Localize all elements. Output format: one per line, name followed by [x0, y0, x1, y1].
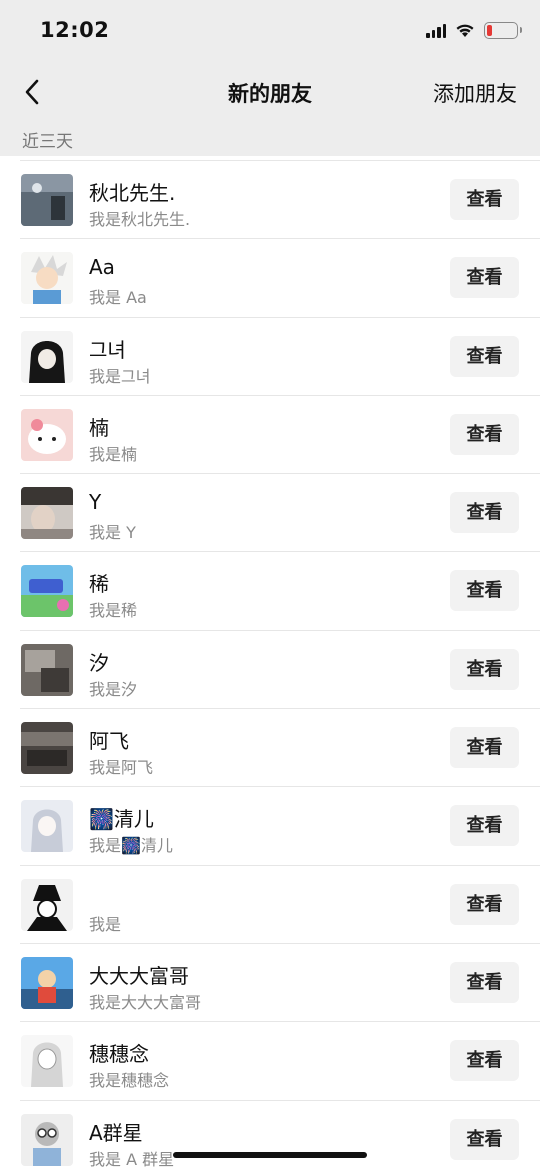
section-label: 近三天 [22, 132, 73, 152]
view-button[interactable]: 查看 [450, 961, 519, 1003]
view-button[interactable]: 查看 [450, 1118, 519, 1160]
friend-name: 🎆清儿 [89, 807, 154, 832]
friend-name: 汐 [89, 650, 109, 675]
friend-message: 我是穗穗念 [89, 1071, 170, 1091]
avatar[interactable] [21, 408, 73, 461]
avatar[interactable] [21, 174, 73, 226]
friend-request-item[interactable]: 大大大富哥 我是大大大富哥 查看 [0, 943, 540, 1023]
avatar[interactable] [21, 643, 73, 696]
avatar[interactable] [21, 722, 73, 775]
avatar[interactable] [21, 252, 73, 305]
battery-level [487, 25, 492, 36]
home-indicator [173, 1152, 367, 1158]
friend-name: Aa [89, 255, 115, 280]
friend-request-item[interactable]: 秋北先生. 我是秋北先生. 查看 [0, 161, 540, 240]
avatar[interactable] [21, 1035, 73, 1088]
friend-message: 我是阿飞 [89, 758, 154, 778]
view-button[interactable]: 查看 [450, 570, 519, 612]
avatar[interactable] [21, 800, 73, 853]
friend-message: 我是 Y [89, 523, 136, 543]
friend-name: 大大大富哥 [89, 963, 189, 988]
friend-request-item[interactable]: 我是 查看 [0, 865, 540, 945]
friend-name: Y [89, 490, 102, 515]
friend-request-item[interactable]: Aa 我是 Aa 查看 [0, 239, 540, 318]
friend-message: 我是🎆清儿 [89, 836, 173, 856]
friend-request-item[interactable]: 楠 我是楠 查看 [0, 395, 540, 475]
friend-request-item[interactable]: 穗穗念 我是穗穗念 查看 [0, 1022, 540, 1101]
friend-name: 楠 [89, 415, 109, 440]
friend-request-list: 秋北先生. 我是秋北先生. 查看 Aa 我是 Aa 查看 그녀 我是그녀 查看 … [0, 156, 540, 1169]
friend-name: A群星 [89, 1120, 143, 1145]
friend-message: 我是그녀 [89, 366, 151, 386]
view-button[interactable]: 查看 [450, 1040, 519, 1082]
view-button[interactable]: 查看 [450, 492, 519, 534]
friend-message: 我是楠 [89, 444, 138, 464]
friend-message: 我是 [89, 914, 122, 934]
status-time: 12:02 [40, 18, 110, 42]
avatar[interactable] [21, 487, 73, 540]
friend-name: 阿飞 [89, 729, 129, 754]
view-button[interactable]: 查看 [450, 335, 519, 377]
friend-name: 秋北先生. [89, 181, 176, 205]
wifi-icon [456, 24, 474, 37]
cellular-signal-icon [426, 23, 446, 38]
view-button[interactable]: 查看 [450, 413, 519, 455]
avatar[interactable] [21, 956, 73, 1009]
friend-request-item[interactable]: 阿飞 我是阿飞 查看 [0, 709, 540, 788]
friend-name: 穗穗念 [89, 1042, 149, 1067]
friend-name: 그녀 [89, 337, 126, 362]
status-icons [426, 22, 522, 39]
view-button[interactable]: 查看 [450, 805, 519, 847]
friend-name: 稀 [89, 572, 109, 597]
view-button[interactable]: 查看 [450, 727, 519, 769]
view-button[interactable]: 查看 [450, 257, 519, 299]
view-button[interactable]: 查看 [450, 179, 519, 220]
friend-message: 我是 Aa [89, 288, 147, 308]
section-header: 近三天 [0, 120, 540, 156]
friend-request-item[interactable]: Y 我是 Y 查看 [0, 474, 540, 553]
view-button[interactable]: 查看 [450, 883, 519, 925]
status-bar: 12:02 [0, 0, 540, 64]
nav-bar: 新的朋友 添加朋友 [0, 64, 540, 120]
add-friend-button[interactable]: 添加朋友 [433, 78, 517, 108]
friend-message: 我是稀 [89, 601, 138, 621]
friend-message: 我是大大大富哥 [89, 992, 202, 1012]
friend-message: 我是秋北先生. [89, 210, 191, 229]
friend-message: 我是汐 [89, 679, 138, 699]
avatar[interactable] [21, 330, 73, 383]
friend-message: 我是 A 群星 [89, 1149, 175, 1169]
friend-request-item[interactable]: 汐 我是汐 查看 [0, 630, 540, 710]
avatar[interactable] [21, 878, 73, 931]
avatar[interactable] [21, 1113, 73, 1166]
friend-request-item[interactable]: 🎆清儿 我是🎆清儿 查看 [0, 787, 540, 866]
avatar[interactable] [21, 565, 73, 618]
view-button[interactable]: 查看 [450, 648, 519, 690]
battery-icon [484, 22, 522, 39]
friend-request-item[interactable]: 그녀 我是그녀 查看 [0, 317, 540, 397]
friend-request-item[interactable]: A群星 我是 A 群星 查看 [0, 1100, 540, 1169]
friend-request-item[interactable]: 稀 我是稀 查看 [0, 552, 540, 632]
